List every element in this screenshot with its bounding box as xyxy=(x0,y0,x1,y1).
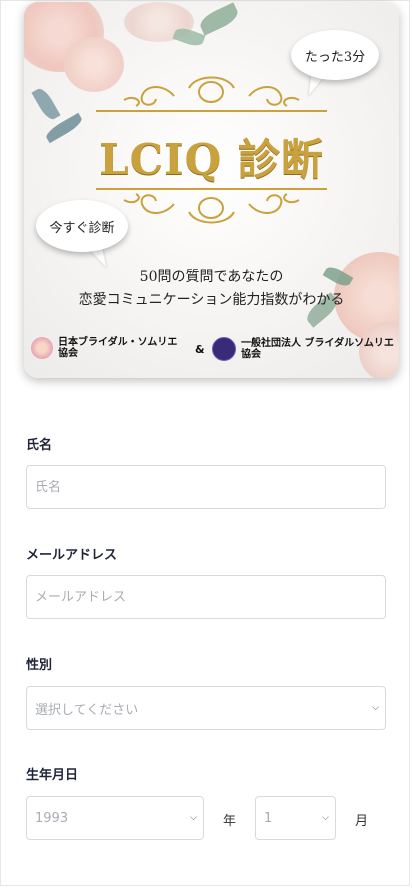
leaf-decoration xyxy=(197,2,241,36)
banner-title: LCIQ 診断 xyxy=(99,135,324,184)
email-label: メールアドレス xyxy=(26,548,118,563)
year-unit: 年 xyxy=(223,814,237,829)
chevron-down-icon: ⌵ xyxy=(322,813,329,823)
gender-selected-value: 選択してください xyxy=(35,702,139,718)
top-ornament xyxy=(96,76,327,112)
org-japan-bridal-sommelier: 日本ブライダル・ソムリエ 協会 xyxy=(31,337,177,359)
heart-logo-icon xyxy=(212,337,236,361)
org-logo-icon xyxy=(31,337,53,359)
lciq-banner[interactable]: たった3分 LCIQ 診断 今すぐ診断 50問の質問であなたの 恋愛コミュニケー… xyxy=(24,2,399,378)
banner-subtitle-line1: 50問の質問であなたの xyxy=(139,269,284,285)
chevron-down-icon: ⌵ xyxy=(372,703,379,713)
birth-month-value: 1 xyxy=(264,810,273,826)
chevron-down-icon: ⌵ xyxy=(190,813,197,823)
gender-label: 性別 xyxy=(26,658,53,673)
birth-year-select[interactable]: 1993 ⌵ xyxy=(26,796,204,840)
org1-name-line1: 日本ブライダル・ソムリエ xyxy=(58,337,178,348)
org2-name-line2: 協会 xyxy=(241,349,261,360)
gender-select[interactable]: 選択してください ⌵ xyxy=(26,686,386,730)
org-general-incorporated: 一般社団法人 ブライダルソムリエ 協会 xyxy=(212,337,394,361)
email-input[interactable] xyxy=(26,575,386,619)
month-unit: 月 xyxy=(355,814,369,829)
org1-name-line2: 協会 xyxy=(58,348,78,359)
name-label: 氏名 xyxy=(26,438,53,453)
org2-name-line1: 一般社団法人 ブライダルソムリエ xyxy=(241,338,394,349)
birth-year-value: 1993 xyxy=(35,810,69,826)
name-input[interactable] xyxy=(26,465,386,509)
birthdate-label: 生年月日 xyxy=(26,768,79,783)
banner-subtitle-line2: 恋愛コミュニケーション能力指数がわかる xyxy=(78,292,345,308)
speech-bubble-start-now: 今すぐ診断 xyxy=(36,200,128,252)
birth-month-select[interactable]: 1 ⌵ xyxy=(255,796,336,840)
ampersand: & xyxy=(195,343,205,356)
